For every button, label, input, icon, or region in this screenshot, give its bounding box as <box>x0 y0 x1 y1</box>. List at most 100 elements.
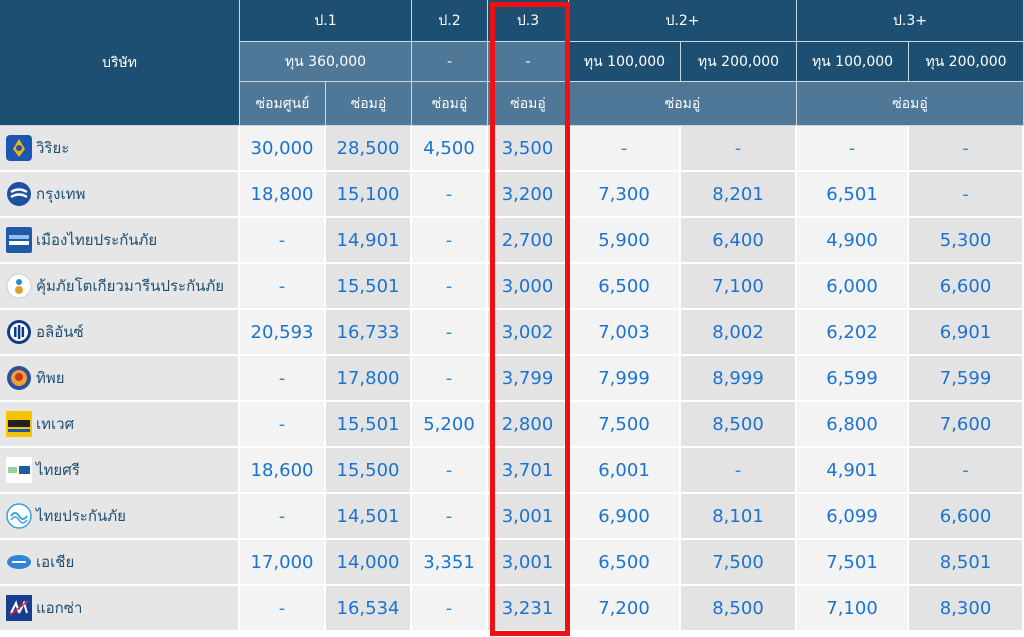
repair-type-header: ซ่อมอู่ <box>326 82 412 126</box>
price-cell: 7,500 <box>681 540 798 586</box>
company-cell: กรุงเทพ <box>0 172 240 218</box>
price-cell: 6,202 <box>797 310 910 356</box>
thai-insurance-logo-icon <box>6 503 32 529</box>
insurance-price-table: บริษัท ป.1 ป.2 ป.3 ป.2+ ป.3+ ทุน 360,000… <box>0 0 1024 632</box>
company-cell: ไทยประกันภัย <box>0 494 240 540</box>
table-row: คุ้มภัยโตเกียวมารีนประกันภัย -15,501-3,00… <box>0 264 1024 310</box>
price-cell: 3,002 <box>488 310 569 356</box>
price-cell: 6,500 <box>569 264 681 310</box>
tokio-marine-logo-icon <box>6 273 32 299</box>
price-cell: 4,901 <box>797 448 910 494</box>
price-cell: 30,000 <box>240 126 326 172</box>
asia-insurance-logo-icon <box>6 549 32 575</box>
company-cell: คุ้มภัยโตเกียวมารีนประกันภัย <box>0 264 240 310</box>
price-cell: 6,500 <box>569 540 681 586</box>
price-cell: 14,501 <box>326 494 412 540</box>
price-cell: - <box>569 126 681 172</box>
price-cell: 18,800 <box>240 172 326 218</box>
price-cell: 16,733 <box>326 310 412 356</box>
price-cell: 3,799 <box>488 356 569 402</box>
dhipaya-logo-icon <box>6 365 32 391</box>
price-cell: 5,900 <box>569 218 681 264</box>
sum-insured-header: ทุน 100,000 <box>569 42 681 82</box>
price-cell: 8,101 <box>681 494 798 540</box>
sum-insured-header: - <box>412 42 488 82</box>
allianz-logo-icon <box>6 319 32 345</box>
company-name: กรุงเทพ <box>36 185 86 203</box>
table-row: เอเชีย 17,000 14,000 3,351 3,001 6,500 7,500 7,… <box>0 540 1024 586</box>
price-cell: 3,000 <box>488 264 569 310</box>
price-cell: 7,599 <box>909 356 1024 402</box>
price-cell: 6,800 <box>797 402 910 448</box>
company-cell: เทเวศ <box>0 402 240 448</box>
price-cell: - <box>412 264 488 310</box>
price-cell: 3,231 <box>488 586 569 632</box>
company-cell: ไทยศรี <box>0 448 240 494</box>
table-row: กรุงเทพ 18,800 15,100-3,200 7,300 8,201 6,501… <box>0 172 1024 218</box>
price-cell: 15,501 <box>326 264 412 310</box>
company-cell: เอเชีย <box>0 540 240 586</box>
repair-type-header: ซ่อมศูนย์ <box>240 82 326 126</box>
axa-logo-icon <box>6 595 32 621</box>
table-body: วิริยะ 30,000 28,500 4,500 3,500- - - - กรุงเทพ 1… <box>0 126 1024 632</box>
deves-logo-icon <box>6 411 32 437</box>
price-cell: 8,999 <box>681 356 798 402</box>
price-cell: 14,000 <box>326 540 412 586</box>
price-cell: 7,100 <box>797 586 910 632</box>
company-cell: วิริยะ <box>0 126 240 172</box>
price-cell: - <box>412 448 488 494</box>
company-column-header: บริษัท <box>0 0 240 126</box>
price-cell: - <box>909 172 1024 218</box>
sum-insured-header: ทุน 100,000 <box>797 42 910 82</box>
plan-header-p2: ป.2 <box>412 0 488 42</box>
price-cell: 3,200 <box>488 172 569 218</box>
header-row-plan: บริษัท ป.1 ป.2 ป.3 ป.2+ ป.3+ <box>0 0 1024 126</box>
price-cell: 15,500 <box>326 448 412 494</box>
price-cell: 3,001 <box>488 540 569 586</box>
price-cell: 6,099 <box>797 494 910 540</box>
company-cell: เมืองไทยประกันภัย <box>0 218 240 264</box>
price-cell: 3,701 <box>488 448 569 494</box>
price-cell: - <box>240 494 326 540</box>
price-cell: - <box>412 310 488 356</box>
price-cell: - <box>681 126 798 172</box>
company-name: แอกซ่า <box>36 599 83 617</box>
company-cell: อลิอันซ์ <box>0 310 240 356</box>
price-cell: 16,534 <box>326 586 412 632</box>
price-cell: 5,300 <box>909 218 1024 264</box>
price-cell: 4,900 <box>797 218 910 264</box>
price-cell: 6,501 <box>797 172 910 218</box>
table-row: ทิพย -17,800-3,799 7,999 8,999 6,599 7,599 <box>0 356 1024 402</box>
company-name: เทเวศ <box>36 415 75 433</box>
sum-insured-header: - <box>488 42 569 82</box>
price-cell: - <box>412 356 488 402</box>
price-cell: 20,593 <box>240 310 326 356</box>
sum-insured-header: ทุน 360,000 <box>240 42 412 82</box>
price-cell: 6,001 <box>569 448 681 494</box>
repair-type-header: ซ่อมอู่ <box>488 82 569 126</box>
price-cell: 2,800 <box>488 402 569 448</box>
price-cell: 6,000 <box>797 264 910 310</box>
plan-header-p3plus: ป.3+ <box>797 0 1024 42</box>
company-name: คุ้มภัยโตเกียวมารีนประกันภัย <box>36 277 225 295</box>
company-name: ไทยประกันภัย <box>36 507 126 525</box>
thaisri-logo-icon <box>6 457 32 483</box>
price-cell: - <box>909 126 1024 172</box>
price-cell: 28,500 <box>326 126 412 172</box>
price-cell: 6,599 <box>797 356 910 402</box>
price-cell: 3,351 <box>412 540 488 586</box>
price-cell: - <box>240 586 326 632</box>
price-cell: 2,700 <box>488 218 569 264</box>
price-cell: 7,200 <box>569 586 681 632</box>
viriyah-logo-icon <box>6 135 32 161</box>
bangkok-insurance-logo-icon <box>6 181 32 207</box>
price-cell: 6,901 <box>909 310 1024 356</box>
price-cell: 15,501 <box>326 402 412 448</box>
price-cell: - <box>240 402 326 448</box>
price-cell: 5,200 <box>412 402 488 448</box>
price-cell: 3,500 <box>488 126 569 172</box>
company-name: ไทยศรี <box>36 461 80 479</box>
price-cell: 18,600 <box>240 448 326 494</box>
price-cell: 8,201 <box>681 172 798 218</box>
price-cell: - <box>681 448 798 494</box>
